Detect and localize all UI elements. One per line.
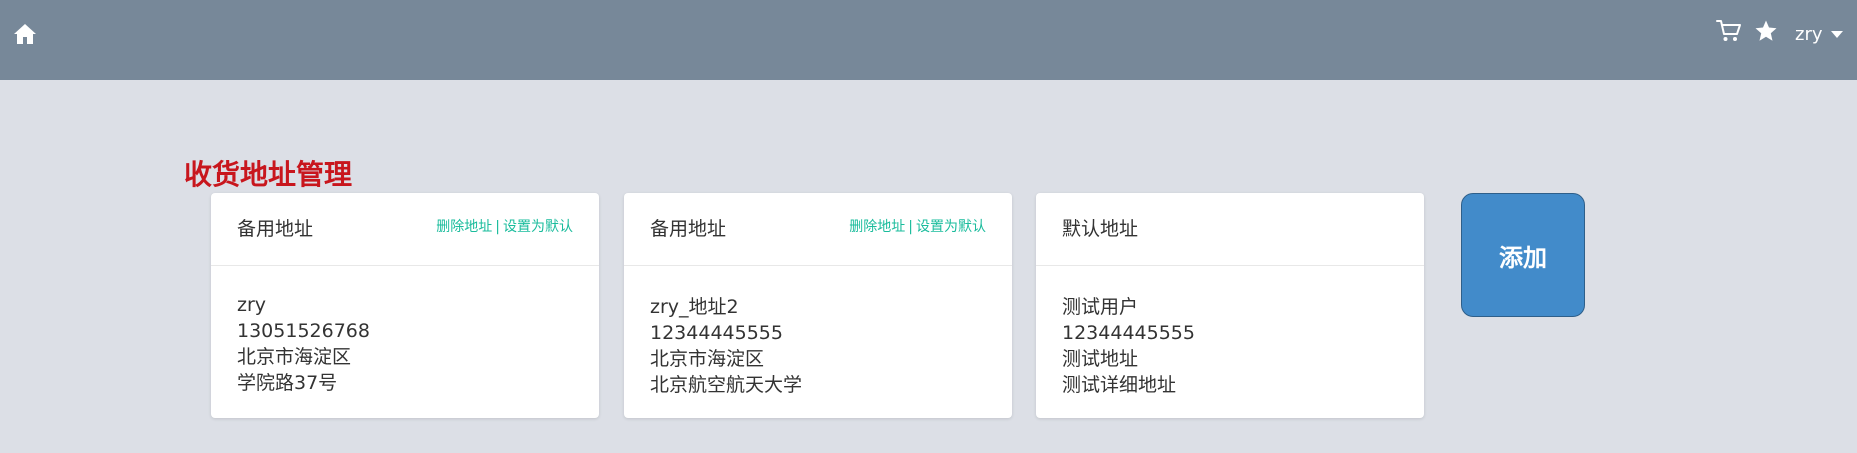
page-title: 收货地址管理 xyxy=(184,158,353,191)
card-body: zry_地址2 12344445555 北京市海淀区 北京航空航天大学 xyxy=(624,266,1012,398)
set-default-link[interactable]: 设置为默认 xyxy=(503,219,573,235)
address-region: 测试地址 xyxy=(1062,348,1139,370)
card-actions: 删除地址 | 设置为默认 xyxy=(436,217,573,237)
home-icon[interactable] xyxy=(13,22,37,46)
address-detail: 学院路37号 xyxy=(237,372,338,394)
star-icon[interactable] xyxy=(1754,19,1778,43)
address-type-label: 默认地址 xyxy=(1062,218,1139,240)
recipient-name: zry_地址2 xyxy=(650,296,739,318)
address-card: 备用地址 删除地址 | 设置为默认 zry 13051526768 北京市海淀区 学… xyxy=(211,193,599,418)
card-body: zry 13051526768 北京市海淀区 学院路37号 xyxy=(211,266,599,396)
card-header: 备用地址 删除地址 | 设置为默认 xyxy=(624,193,1012,266)
address-region: 北京市海淀区 xyxy=(650,348,765,370)
address-card: 备用地址 删除地址 | 设置为默认 zry_地址2 12344445555 北京市海… xyxy=(624,193,1012,418)
username-label: zry xyxy=(1795,23,1823,45)
card-actions: 删除地址 | 设置为默认 xyxy=(849,217,986,237)
recipient-phone: 13051526768 xyxy=(237,320,370,342)
action-separator: | xyxy=(908,219,913,235)
add-address-button[interactable]: 添加 xyxy=(1461,193,1585,317)
card-header: 备用地址 删除地址 | 设置为默认 xyxy=(211,193,599,266)
address-detail: 测试详细地址 xyxy=(1062,374,1177,396)
delete-address-link[interactable]: 删除地址 xyxy=(436,219,492,235)
address-type-label: 备用地址 xyxy=(237,218,314,240)
top-navbar: zry xyxy=(0,0,1857,80)
default-address-card: 默认地址 测试用户 12344445555 测试地址 测试详细地址 xyxy=(1036,193,1424,418)
address-type-label: 备用地址 xyxy=(650,218,727,240)
card-header: 默认地址 xyxy=(1036,193,1424,266)
set-default-link[interactable]: 设置为默认 xyxy=(916,219,986,235)
cart-icon[interactable] xyxy=(1716,18,1742,44)
recipient-phone: 12344445555 xyxy=(1062,322,1195,344)
user-menu-dropdown[interactable]: zry xyxy=(1795,22,1843,46)
card-body: 测试用户 12344445555 测试地址 测试详细地址 xyxy=(1036,266,1424,398)
address-detail: 北京航空航天大学 xyxy=(650,374,803,396)
address-region: 北京市海淀区 xyxy=(237,346,352,368)
recipient-name: 测试用户 xyxy=(1062,296,1139,318)
delete-address-link[interactable]: 删除地址 xyxy=(849,219,905,235)
action-separator: | xyxy=(495,219,500,235)
recipient-name: zry xyxy=(237,294,267,316)
recipient-phone: 12344445555 xyxy=(650,322,783,344)
chevron-down-icon xyxy=(1830,30,1843,38)
